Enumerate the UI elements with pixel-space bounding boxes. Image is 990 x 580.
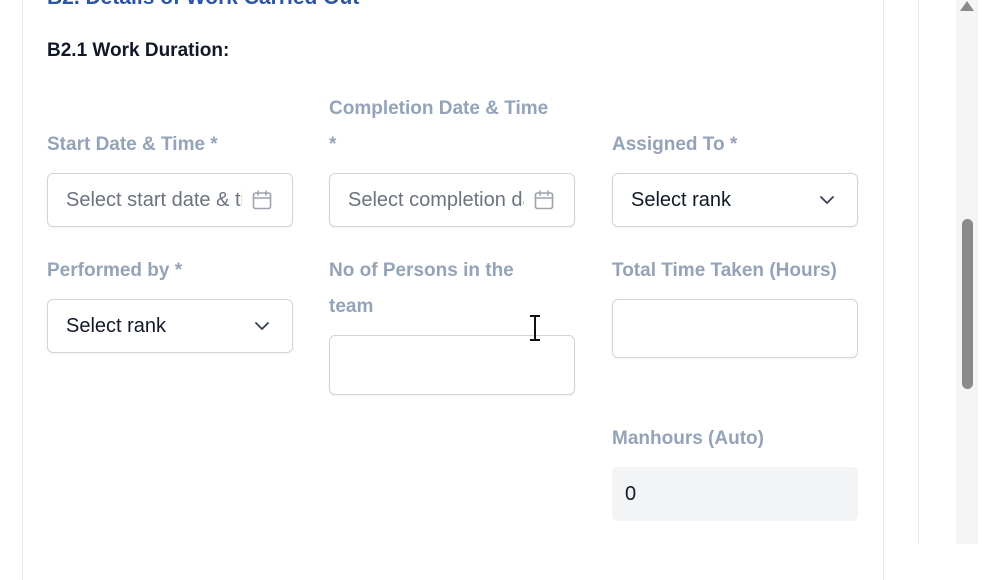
start-date-placeholder: Select start date & time bbox=[66, 188, 242, 211]
total-time-input[interactable] bbox=[612, 299, 858, 358]
chevron-down-icon bbox=[255, 322, 269, 330]
panel-divider bbox=[918, 0, 919, 544]
persons-label-line2: team bbox=[329, 296, 374, 317]
chevron-down-icon bbox=[820, 196, 834, 204]
completion-date-label-required: * bbox=[329, 134, 337, 155]
completion-date-input[interactable]: Select completion date & time bbox=[329, 173, 575, 227]
assigned-to-select[interactable]: Select rank bbox=[612, 173, 858, 227]
start-date-label: Start Date & Time * bbox=[47, 134, 218, 155]
scroll-up-arrow-icon[interactable] bbox=[959, 0, 975, 12]
section-title: B2. Details of Work Carried Out bbox=[47, 0, 359, 10]
performed-by-select[interactable]: Select rank bbox=[47, 299, 293, 353]
calendar-icon bbox=[534, 190, 554, 210]
manhours-field: 0 bbox=[612, 467, 858, 521]
text-cursor-icon bbox=[530, 315, 540, 341]
completion-date-label: Completion Date & Time bbox=[329, 98, 549, 119]
performed-by-label: Performed by * bbox=[47, 260, 183, 281]
assigned-to-label: Assigned To * bbox=[612, 134, 738, 155]
start-date-input[interactable]: Select start date & time bbox=[47, 173, 293, 227]
manhours-value: 0 bbox=[625, 482, 637, 505]
persons-input[interactable] bbox=[329, 335, 575, 395]
total-time-label: Total Time Taken (Hours) bbox=[612, 260, 837, 281]
performed-by-value: Select rank bbox=[66, 314, 167, 337]
assigned-to-value: Select rank bbox=[631, 188, 732, 211]
persons-label: No of Persons in the bbox=[329, 260, 514, 281]
scrollbar-thumb[interactable] bbox=[962, 219, 973, 389]
completion-date-placeholder: Select completion date & time bbox=[348, 188, 524, 211]
calendar-icon bbox=[252, 190, 272, 210]
work-duration-title: B2.1 Work Duration: bbox=[47, 40, 230, 61]
manhours-label: Manhours (Auto) bbox=[612, 428, 764, 449]
